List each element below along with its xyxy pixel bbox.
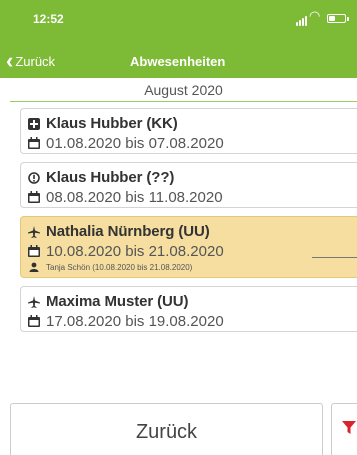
back-button[interactable]: Zurück (10, 403, 323, 455)
calendar-icon (27, 137, 40, 150)
absence-dates: 10.08.2020 bis 21.08.2020 (46, 242, 224, 260)
calendar-icon (27, 191, 40, 204)
airplane-icon (27, 225, 40, 238)
back-link[interactable]: ‹ Zurück (6, 50, 55, 72)
connector-line (312, 257, 357, 258)
absence-name: Nathalia Nürnberg (UU) (46, 223, 210, 240)
filter-button[interactable] (331, 403, 357, 455)
absence-dates: 01.08.2020 bis 07.08.2020 (46, 134, 224, 152)
month-header: August 2020 (10, 82, 357, 102)
airplane-icon (27, 295, 40, 308)
chevron-left-icon: ‹ (6, 48, 14, 73)
status-bar: 12:52 ◠ (0, 0, 357, 36)
substitute-text: Tanja Schön (10.08.2020 bis 21.08.2020) (46, 262, 193, 272)
absence-name: Klaus Hubber (??) (46, 169, 175, 186)
wifi-icon: ◠ (309, 8, 321, 23)
absence-item-selected[interactable]: Nathalia Nürnberg (UU) 10.08.2020 bis 21… (20, 216, 357, 278)
absence-name: Klaus Hubber (KK) (46, 115, 178, 132)
status-time: 12:52 (33, 12, 64, 26)
filter-icon (342, 421, 356, 440)
absence-dates: 08.08.2020 bis 11.08.2020 (46, 188, 223, 206)
medical-cross-icon (27, 117, 40, 130)
absence-name: Maxima Muster (UU) (46, 293, 189, 310)
battery-cap (347, 17, 349, 21)
nav-bar: ‹ Zurück Abwesenheiten (0, 48, 357, 78)
absence-dates: 17.08.2020 bis 19.08.2020 (46, 312, 224, 330)
back-link-label: Zurück (15, 53, 56, 69)
page-title: Abwesenheiten (130, 54, 226, 69)
absence-item[interactable]: Klaus Hubber (KK) 01.08.2020 bis 07.08.2… (20, 108, 357, 154)
battery-icon (327, 14, 346, 23)
substitute-person-icon (27, 261, 40, 274)
absence-item[interactable]: Klaus Hubber (??) 08.08.2020 bis 11.08.2… (20, 162, 357, 208)
absence-item[interactable]: Maxima Muster (UU) 17.08.2020 bis 19.08.… (20, 286, 357, 332)
info-circle-icon (27, 171, 40, 184)
calendar-icon (27, 315, 40, 328)
calendar-icon (27, 245, 40, 258)
status-icons: ◠ (296, 8, 352, 26)
app-header: 12:52 ◠ ‹ Zurück Abwesenheiten (0, 0, 357, 78)
